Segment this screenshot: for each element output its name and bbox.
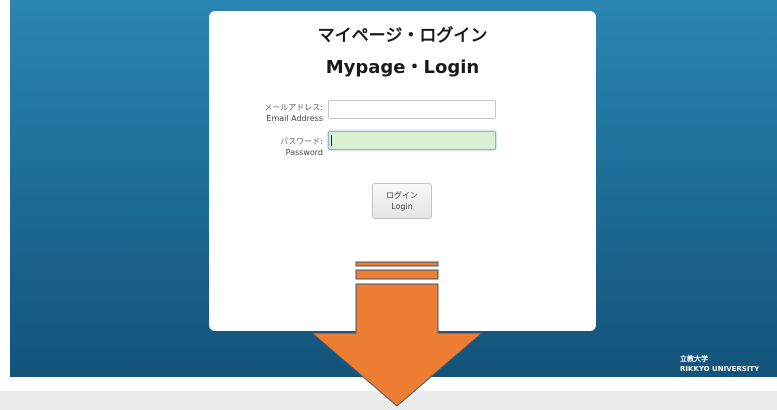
arrow-stripe-bottom [355,269,439,280]
down-arrow-icon [310,261,484,407]
arrow-body [310,283,484,407]
arrow-stripe-top [355,261,439,267]
